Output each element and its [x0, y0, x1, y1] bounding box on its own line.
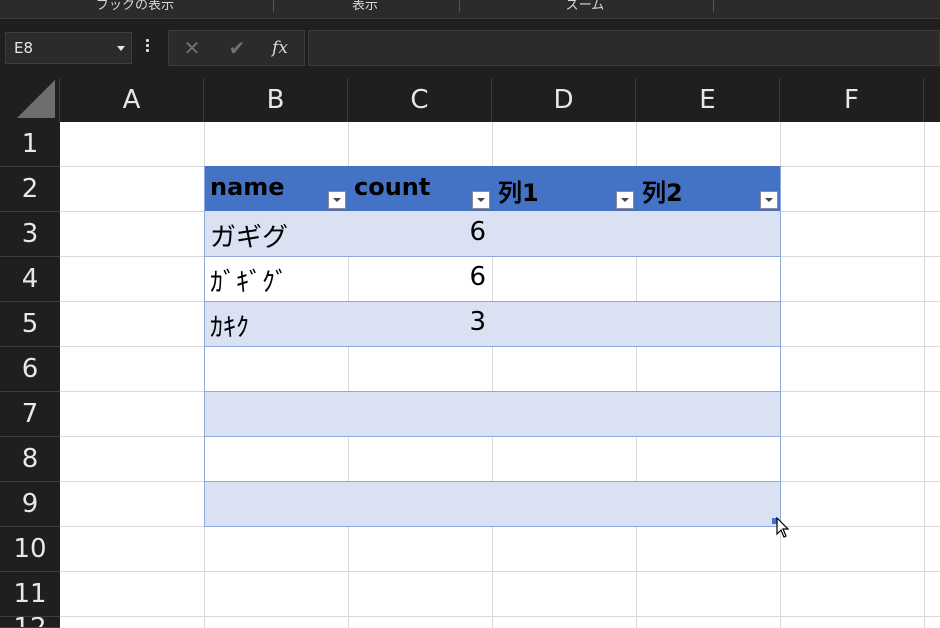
- filter-dropdown-button[interactable]: [616, 191, 634, 209]
- ribbon-group-show: 表示: [351, 0, 378, 13]
- formula-input[interactable]: [308, 30, 940, 66]
- table-border: [204, 436, 780, 437]
- table-header-col2: 列2: [642, 179, 683, 207]
- ribbon-group-zoom: ズーム: [565, 0, 605, 13]
- table-band-row: [204, 301, 780, 346]
- row-header-4[interactable]: 4: [0, 257, 60, 302]
- check-icon[interactable]: ✔: [224, 35, 250, 61]
- grid-line: [924, 122, 925, 628]
- ribbon-separator: [459, 0, 460, 12]
- ribbon-separator: [713, 0, 714, 12]
- filter-dropdown-button[interactable]: [328, 191, 346, 209]
- chevron-down-icon: [621, 198, 629, 202]
- row-header-5[interactable]: 5: [0, 302, 60, 347]
- ribbon-group-book-view: ブックの表示: [95, 0, 174, 13]
- table-border: [204, 301, 780, 302]
- filter-dropdown-button[interactable]: [472, 191, 490, 209]
- mouse-cursor-icon: [776, 517, 790, 538]
- cell-c3[interactable]: 6: [350, 217, 486, 247]
- more-vertical-icon[interactable]: [146, 39, 150, 55]
- row-header-2[interactable]: 2: [0, 167, 60, 212]
- column-header-a[interactable]: A: [60, 78, 204, 122]
- insert-function-button[interactable]: fx: [267, 35, 293, 61]
- table-border: [204, 481, 780, 482]
- cell-b3[interactable]: ガギグ: [210, 217, 288, 254]
- spreadsheet-grid[interactable]: name count 列1 列2 ガギグ 6 ｶﾞｷﾞｸﾞ 6 ｶｷｸ 3: [60, 122, 940, 628]
- select-all-button[interactable]: [0, 78, 60, 122]
- column-headers: A B C D E F: [0, 78, 940, 122]
- table-band-row: [204, 211, 780, 256]
- close-icon[interactable]: ✕: [179, 35, 205, 61]
- name-box[interactable]: E8: [5, 32, 132, 64]
- name-box-value: E8: [14, 39, 34, 57]
- ribbon-group-labels: ブックの表示 表示 ズーム: [0, 0, 940, 19]
- column-header-f[interactable]: F: [780, 78, 924, 122]
- cell-b5[interactable]: ｶｷｸ: [210, 307, 249, 344]
- column-header-c[interactable]: C: [348, 78, 492, 122]
- table-band-row: [204, 481, 780, 526]
- column-header-b[interactable]: B: [204, 78, 348, 122]
- chevron-down-icon: [765, 198, 773, 202]
- row-header-12[interactable]: 12: [0, 617, 60, 628]
- row-header-9[interactable]: 9: [0, 482, 60, 527]
- row-header-8[interactable]: 8: [0, 437, 60, 482]
- row-header-6[interactable]: 6: [0, 347, 60, 392]
- chevron-down-icon: [477, 198, 485, 202]
- row-header-1[interactable]: 1: [0, 122, 60, 167]
- row-header-7[interactable]: 7: [0, 392, 60, 437]
- filter-dropdown-button[interactable]: [760, 191, 778, 209]
- table-band-row: [204, 391, 780, 436]
- ribbon-separator: [273, 0, 274, 12]
- table-header-col1: 列1: [498, 179, 539, 207]
- table-border: [204, 346, 780, 347]
- formula-bar: E8 ✕ ✔ fx: [0, 19, 940, 79]
- row-header-3[interactable]: 3: [0, 212, 60, 257]
- grid-line: [60, 616, 940, 617]
- formula-buttons: ✕ ✔ fx: [168, 30, 305, 66]
- table-border: [204, 256, 780, 257]
- table-border: [204, 391, 780, 392]
- table-border: [204, 166, 205, 526]
- row-header-10[interactable]: 10: [0, 527, 60, 572]
- table-border: [204, 526, 781, 527]
- cell-c4[interactable]: 6: [350, 262, 486, 292]
- table-header-name: name: [210, 173, 285, 201]
- select-all-icon: [17, 80, 55, 118]
- cell-b4[interactable]: ｶﾞｷﾞｸﾞ: [210, 262, 288, 299]
- table-header-row: [204, 166, 780, 211]
- chevron-down-icon[interactable]: [117, 46, 125, 51]
- column-header-d[interactable]: D: [492, 78, 636, 122]
- row-header-11[interactable]: 11: [0, 572, 60, 617]
- chevron-down-icon: [333, 198, 341, 202]
- table-border: [780, 166, 781, 526]
- grid-line: [60, 571, 940, 572]
- cell-c5[interactable]: 3: [350, 307, 486, 337]
- column-header-e[interactable]: E: [636, 78, 780, 122]
- table-header-count: count: [354, 173, 431, 201]
